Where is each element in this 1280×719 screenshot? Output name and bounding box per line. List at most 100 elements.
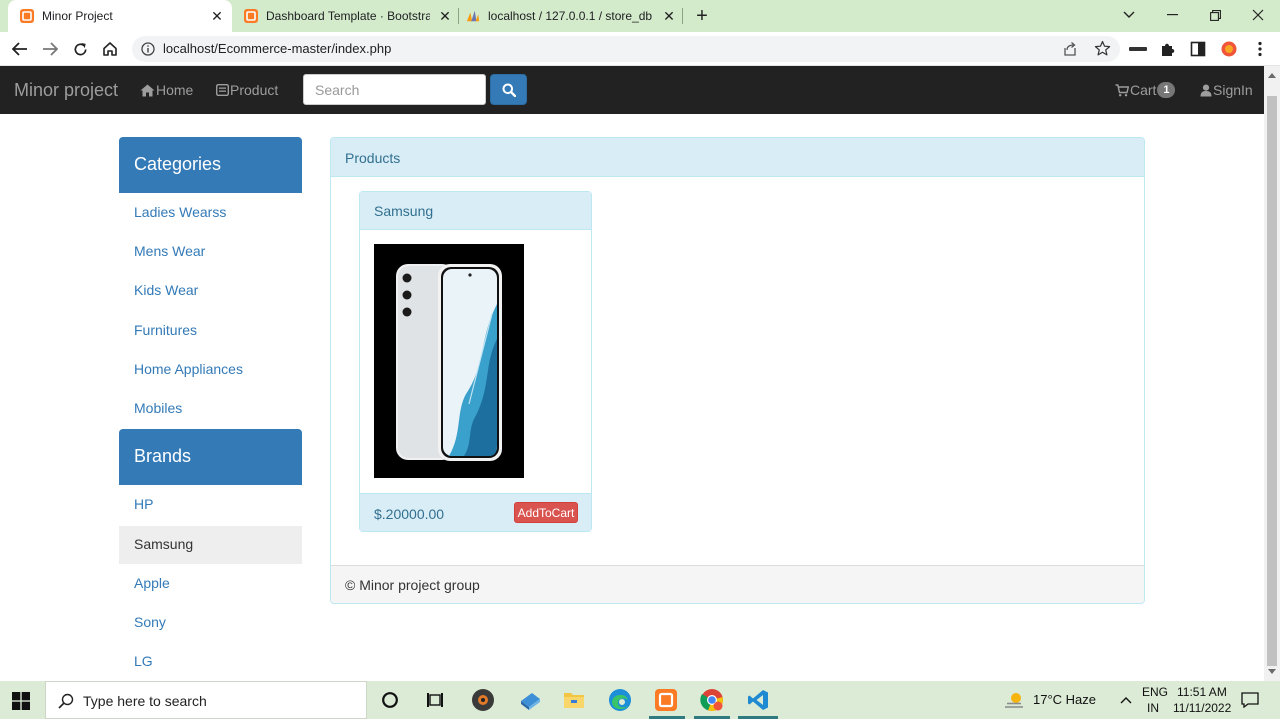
- products-panel-footer: © Minor project group: [331, 565, 1144, 603]
- products-panel: Products Samsung $.20000.00 AddToCart © …: [330, 137, 1145, 604]
- url-text[interactable]: localhost/Ecommerce-master/index.php: [163, 41, 391, 56]
- category-item-kids-wear[interactable]: Kids Wear: [119, 272, 302, 310]
- xampp-icon: [20, 9, 34, 23]
- close-tab-icon[interactable]: ✕: [436, 7, 454, 25]
- nav-signin[interactable]: SignIn: [1200, 82, 1253, 98]
- minimize-button[interactable]: [1150, 0, 1194, 30]
- brand-item-lg[interactable]: LG: [119, 643, 302, 681]
- product-card-footer: $.20000.00 AddToCart: [360, 493, 591, 531]
- scrollbar-thumb[interactable]: [1267, 96, 1277, 666]
- edge-browser-icon[interactable]: [606, 686, 634, 714]
- close-window-button[interactable]: [1236, 0, 1280, 30]
- weather-icon[interactable]: [1000, 686, 1028, 714]
- shopping-cart-icon: [1115, 83, 1129, 96]
- close-tab-icon[interactable]: ✕: [660, 7, 678, 25]
- search-button[interactable]: [490, 74, 527, 105]
- close-tab-icon[interactable]: ✕: [208, 7, 226, 25]
- brand-item-apple[interactable]: Apple: [119, 565, 302, 603]
- share-icon[interactable]: [1062, 41, 1078, 57]
- category-item-ladies-wearss[interactable]: Ladies Wearss: [119, 194, 302, 232]
- phpmyadmin-icon: [466, 10, 480, 22]
- weather-text[interactable]: 17°C Haze: [1033, 692, 1096, 707]
- smartphone-image: [396, 264, 502, 461]
- brand-item-sony[interactable]: Sony: [119, 604, 302, 642]
- categories-heading: Categories: [119, 137, 302, 193]
- info-icon[interactable]: [141, 42, 155, 56]
- category-item-furnitures[interactable]: Furnitures: [119, 312, 302, 350]
- clock-date[interactable]: 11/11/2022: [1173, 701, 1231, 715]
- windows-start-icon[interactable]: [12, 692, 30, 710]
- reload-button[interactable]: [66, 35, 94, 63]
- brand-item-hp[interactable]: HP: [119, 486, 302, 524]
- site-brand[interactable]: Minor project: [14, 80, 118, 101]
- restore-button[interactable]: [1193, 0, 1237, 30]
- page-viewport: Minor project Home Product Cart 1 SignIn…: [0, 66, 1264, 681]
- product-image[interactable]: [374, 244, 524, 478]
- product-card: Samsung $.20000.00 AddToCart: [359, 191, 592, 532]
- category-item-home-appliances[interactable]: Home Appliances: [119, 351, 302, 389]
- nav-home[interactable]: Home: [140, 82, 193, 98]
- nav-product[interactable]: Product: [216, 82, 278, 98]
- tab-dashboard-template[interactable]: Dashboard Template · Bootstrap ✕: [236, 0, 458, 32]
- page-scrollbar[interactable]: [1264, 66, 1280, 681]
- cortana-icon[interactable]: [376, 686, 404, 714]
- tab-separator: [458, 8, 459, 24]
- tab-minor-project[interactable]: Minor Project ✕: [8, 0, 232, 32]
- star-icon[interactable]: [1094, 40, 1111, 57]
- home-icon: [103, 42, 117, 56]
- profile-avatar-icon[interactable]: [1219, 39, 1239, 59]
- product-price: $.20000.00: [374, 506, 445, 522]
- xampp-icon: [244, 9, 258, 23]
- side-panel-icon[interactable]: [1188, 39, 1208, 59]
- app-books-icon[interactable]: [516, 686, 544, 714]
- reload-icon: [74, 42, 86, 55]
- scroll-up-icon[interactable]: [1268, 73, 1276, 78]
- products-panel-heading: Products: [331, 138, 1144, 177]
- category-item-mobiles[interactable]: Mobiles: [119, 390, 302, 428]
- task-view-icon[interactable]: [421, 686, 449, 714]
- close-icon: [1252, 9, 1264, 21]
- nav-cart[interactable]: Cart 1: [1115, 82, 1176, 98]
- xampp-taskbar-icon[interactable]: [652, 686, 680, 714]
- add-to-cart-button[interactable]: AddToCart: [514, 502, 578, 523]
- back-button[interactable]: [6, 35, 34, 63]
- arrow-left-icon: [12, 42, 27, 56]
- new-tab-button[interactable]: +: [690, 4, 714, 28]
- windows-taskbar: Type here to search 17°C Haze ENG IN 11:…: [0, 681, 1280, 719]
- chrome-taskbar-icon[interactable]: [698, 686, 726, 714]
- browser-tabstrip: Minor Project ✕ Dashboard Template · Boo…: [0, 0, 1280, 32]
- search-input[interactable]: [303, 74, 486, 105]
- extensions-puzzle-icon[interactable]: [1158, 39, 1178, 59]
- brand-item-samsung[interactable]: Samsung: [119, 526, 302, 564]
- language-indicator[interactable]: ENG: [1142, 685, 1168, 699]
- tray-chevron-up-icon[interactable]: [1112, 686, 1140, 714]
- tab-separator: [682, 8, 683, 24]
- scroll-down-icon[interactable]: [1268, 669, 1276, 674]
- brands-heading: Brands: [119, 429, 302, 485]
- tab-search-button[interactable]: [1107, 0, 1151, 30]
- notification-icon[interactable]: [1236, 686, 1264, 714]
- home-button[interactable]: [96, 35, 124, 63]
- minimize-icon: [1166, 14, 1178, 16]
- search-icon: [502, 83, 516, 97]
- search-icon: [58, 693, 74, 709]
- language-region: IN: [1147, 701, 1159, 715]
- arrow-right-icon: [43, 42, 58, 56]
- category-item-mens-wear[interactable]: Mens Wear: [119, 233, 302, 271]
- extension-abbyy-icon[interactable]: [1128, 39, 1148, 59]
- browser-menu-icon[interactable]: [1250, 39, 1270, 59]
- taskbar-search-box[interactable]: Type here to search: [45, 681, 367, 719]
- forward-button[interactable]: [36, 35, 64, 63]
- product-name: Samsung: [360, 192, 591, 230]
- media-player-icon[interactable]: [469, 686, 497, 714]
- restore-icon: [1209, 9, 1221, 21]
- site-navbar: Minor project Home Product Cart 1 SignIn: [0, 66, 1264, 114]
- user-icon: [1200, 84, 1212, 96]
- home-icon: [140, 84, 155, 96]
- file-explorer-icon[interactable]: [560, 686, 588, 714]
- list-alt-icon: [216, 84, 229, 96]
- vscode-taskbar-icon[interactable]: [744, 686, 772, 714]
- tab-phpmyadmin[interactable]: localhost / 127.0.0.1 / store_db / ✕: [460, 0, 682, 32]
- clock-time[interactable]: 11:51 AM: [1177, 685, 1227, 699]
- address-bar[interactable]: localhost/Ecommerce-master/index.php: [132, 36, 1120, 62]
